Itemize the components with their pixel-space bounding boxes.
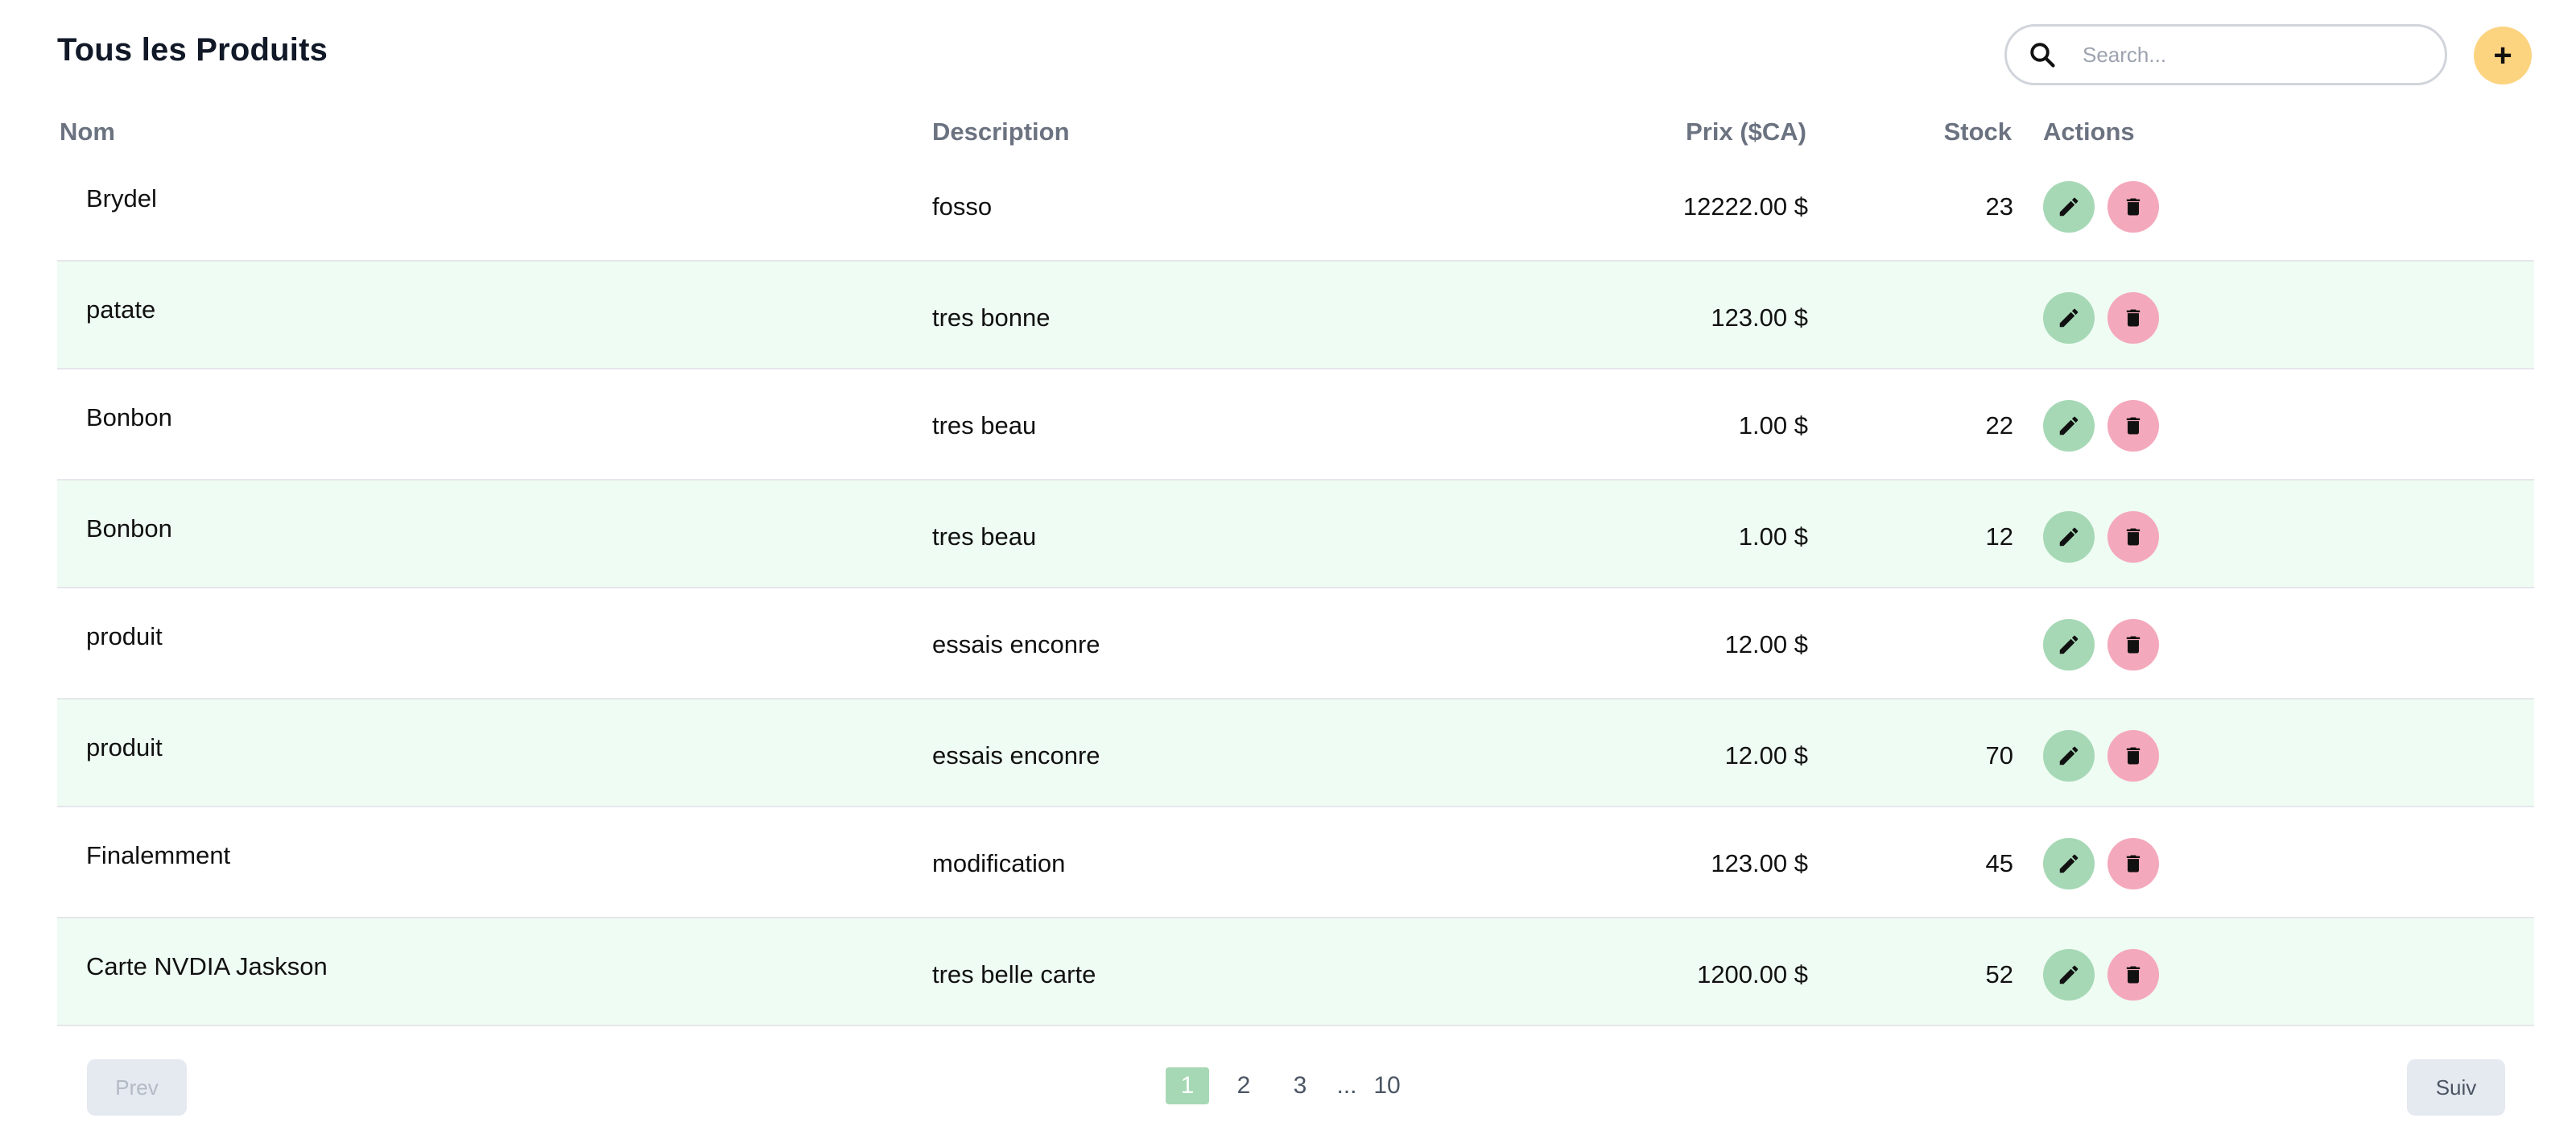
delete-button[interactable] xyxy=(2107,511,2159,563)
edit-button[interactable] xyxy=(2043,181,2095,233)
cell-description: modification xyxy=(932,849,1066,877)
edit-button[interactable] xyxy=(2043,730,2095,782)
products-page: Tous les Produits + Nom Description Prix… xyxy=(0,0,2576,1143)
prev-page-button[interactable]: Prev xyxy=(87,1059,187,1116)
trash-icon xyxy=(2122,526,2145,548)
trash-icon xyxy=(2122,964,2145,986)
cell-price: 1.00 $ xyxy=(1738,522,1808,551)
search-icon xyxy=(2026,39,2058,71)
pagination: 1 2 3... 10 xyxy=(1166,1067,1422,1104)
cell-description: tres belle carte xyxy=(932,960,1096,988)
cell-price: 12222.00 $ xyxy=(1682,192,1808,221)
products-table: Brydel fosso 12222.00 $ 23 patate tres bonne 1… xyxy=(57,151,2534,1026)
cell-price: 123.00 $ xyxy=(1711,849,1808,877)
cell-name: Bonbon xyxy=(86,403,172,431)
delete-button[interactable] xyxy=(2107,730,2159,782)
cell-name: Brydel xyxy=(86,184,157,213)
cell-description: tres beau xyxy=(932,522,1037,551)
next-page-button[interactable]: Suiv xyxy=(2407,1059,2505,1116)
delete-button[interactable] xyxy=(2107,619,2159,671)
table-row: produit essais enconre 12.00 $ xyxy=(57,588,2534,698)
delete-button[interactable] xyxy=(2107,400,2159,452)
cell-name: Finalemment xyxy=(86,841,231,869)
search-input[interactable] xyxy=(2081,41,2422,68)
pencil-icon xyxy=(2057,195,2081,219)
cell-description: essais enconre xyxy=(932,630,1100,658)
cell-stock: 23 xyxy=(1985,192,2013,221)
cell-price: 1.00 $ xyxy=(1738,411,1808,439)
trash-icon xyxy=(2122,307,2145,329)
cell-price: 1200.00 $ xyxy=(1697,960,1808,988)
table-row: Brydel fosso 12222.00 $ 23 xyxy=(57,151,2534,260)
edit-button[interactable] xyxy=(2043,949,2095,1001)
cell-description: fosso xyxy=(932,192,993,221)
add-product-button[interactable]: + xyxy=(2474,27,2532,85)
page-10-button[interactable]: 10 xyxy=(1365,1067,1409,1104)
cell-stock: 12 xyxy=(1985,522,2013,551)
pencil-icon xyxy=(2057,414,2081,438)
page-2-button[interactable]: 2 xyxy=(1222,1067,1265,1104)
table-row: Carte NVDIA Jaskson tres belle carte 1200.… xyxy=(57,917,2534,1026)
cell-name: Carte NVDIA Jaskson xyxy=(86,952,328,980)
pencil-icon xyxy=(2057,852,2081,876)
edit-button[interactable] xyxy=(2043,838,2095,889)
table-row: patate tres bonne 123.00 $ xyxy=(57,260,2534,369)
delete-button[interactable] xyxy=(2107,949,2159,1001)
table-row: Bonbon tres beau 1.00 $ 12 xyxy=(57,479,2534,588)
pagination-ellipsis: ... xyxy=(1336,1072,1357,1099)
cell-name: produit xyxy=(86,733,163,761)
edit-button[interactable] xyxy=(2043,511,2095,563)
pencil-icon xyxy=(2057,633,2081,657)
cell-stock: 45 xyxy=(1985,849,2013,877)
cell-stock: 52 xyxy=(1985,960,2013,988)
pencil-icon xyxy=(2057,306,2081,330)
cell-description: tres bonne xyxy=(932,303,1051,332)
column-header-name: Nom xyxy=(60,118,115,146)
cell-price: 12.00 $ xyxy=(1724,630,1808,658)
delete-button[interactable] xyxy=(2107,292,2159,344)
plus-icon: + xyxy=(2493,37,2512,73)
edit-button[interactable] xyxy=(2043,619,2095,671)
search-box[interactable] xyxy=(2004,24,2447,85)
column-header-description: Description xyxy=(932,118,1070,146)
cell-name: produit xyxy=(86,622,163,650)
page-3-button[interactable]: 3 xyxy=(1278,1067,1322,1104)
trash-icon xyxy=(2122,196,2145,218)
page-1-button[interactable]: 1 xyxy=(1166,1067,1209,1104)
cell-description: tres beau xyxy=(932,411,1037,439)
column-header-actions: Actions xyxy=(2043,118,2135,146)
cell-price: 12.00 $ xyxy=(1724,741,1808,770)
edit-button[interactable] xyxy=(2043,400,2095,452)
table-row: Bonbon tres beau 1.00 $ 22 xyxy=(57,369,2534,479)
delete-button[interactable] xyxy=(2107,838,2159,889)
trash-icon xyxy=(2122,633,2145,656)
cell-stock: 22 xyxy=(1985,411,2013,439)
cell-name: patate xyxy=(86,295,156,324)
column-header-stock: Stock xyxy=(1943,118,2012,146)
trash-icon xyxy=(2122,745,2145,767)
trash-icon xyxy=(2122,415,2145,437)
cell-name: Bonbon xyxy=(86,514,172,543)
page-title: Tous les Produits xyxy=(57,32,328,68)
edit-button[interactable] xyxy=(2043,292,2095,344)
cell-stock: 70 xyxy=(1985,741,2013,770)
delete-button[interactable] xyxy=(2107,181,2159,233)
table-row: Finalemment modification 123.00 $ 45 xyxy=(57,807,2534,917)
table-row: produit essais enconre 12.00 $ 70 xyxy=(57,698,2534,807)
cell-price: 123.00 $ xyxy=(1711,303,1808,332)
cell-description: essais enconre xyxy=(932,741,1100,770)
column-header-price: Prix ($CA) xyxy=(1686,118,1806,146)
trash-icon xyxy=(2122,852,2145,875)
pencil-icon xyxy=(2057,963,2081,987)
pencil-icon xyxy=(2057,744,2081,768)
pencil-icon xyxy=(2057,525,2081,549)
